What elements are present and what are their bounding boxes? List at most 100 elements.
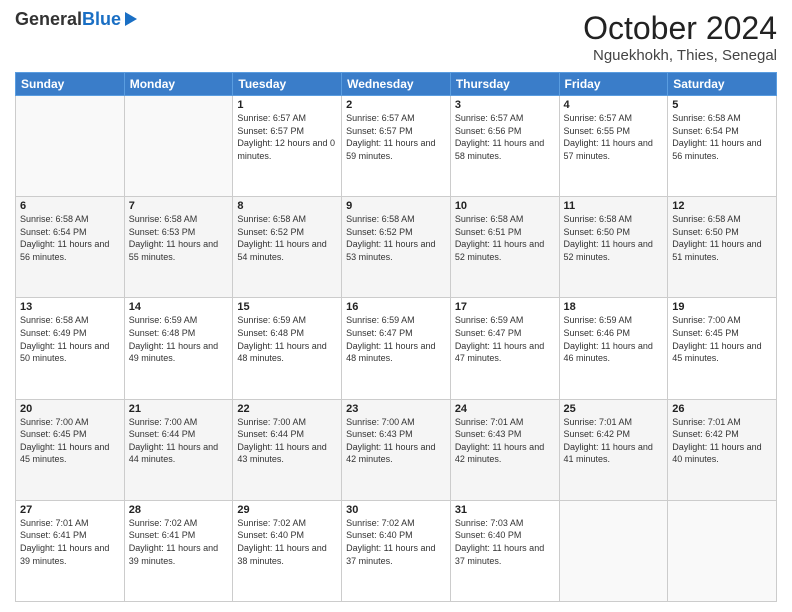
table-row: 18Sunrise: 6:59 AMSunset: 6:46 PMDayligh… [559, 298, 668, 399]
col-friday: Friday [559, 73, 668, 96]
logo: GeneralBlue [15, 10, 137, 28]
day-number: 5 [672, 99, 772, 111]
day-number: 19 [672, 301, 772, 313]
table-row: 21Sunrise: 7:00 AMSunset: 6:44 PMDayligh… [124, 399, 233, 500]
table-row [16, 96, 125, 197]
day-info: Sunrise: 7:01 AMSunset: 6:42 PMDaylight:… [672, 416, 772, 466]
table-row: 30Sunrise: 7:02 AMSunset: 6:40 PMDayligh… [342, 500, 451, 601]
table-row: 5Sunrise: 6:58 AMSunset: 6:54 PMDaylight… [668, 96, 777, 197]
table-row: 12Sunrise: 6:58 AMSunset: 6:50 PMDayligh… [668, 197, 777, 298]
day-number: 13 [20, 301, 120, 313]
day-info: Sunrise: 7:01 AMSunset: 6:43 PMDaylight:… [455, 416, 555, 466]
day-info: Sunrise: 6:59 AMSunset: 6:48 PMDaylight:… [129, 314, 229, 364]
day-number: 8 [237, 200, 337, 212]
calendar-week-row: 1Sunrise: 6:57 AMSunset: 6:57 PMDaylight… [16, 96, 777, 197]
calendar-week-row: 6Sunrise: 6:58 AMSunset: 6:54 PMDaylight… [16, 197, 777, 298]
calendar-week-row: 13Sunrise: 6:58 AMSunset: 6:49 PMDayligh… [16, 298, 777, 399]
table-row: 8Sunrise: 6:58 AMSunset: 6:52 PMDaylight… [233, 197, 342, 298]
day-info: Sunrise: 7:00 AMSunset: 6:44 PMDaylight:… [129, 416, 229, 466]
table-row: 15Sunrise: 6:59 AMSunset: 6:48 PMDayligh… [233, 298, 342, 399]
table-row: 7Sunrise: 6:58 AMSunset: 6:53 PMDaylight… [124, 197, 233, 298]
day-info: Sunrise: 7:02 AMSunset: 6:41 PMDaylight:… [129, 517, 229, 567]
day-number: 6 [20, 200, 120, 212]
day-number: 21 [129, 403, 229, 415]
day-number: 16 [346, 301, 446, 313]
table-row: 16Sunrise: 6:59 AMSunset: 6:47 PMDayligh… [342, 298, 451, 399]
day-info: Sunrise: 7:03 AMSunset: 6:40 PMDaylight:… [455, 517, 555, 567]
table-row: 20Sunrise: 7:00 AMSunset: 6:45 PMDayligh… [16, 399, 125, 500]
table-row: 14Sunrise: 6:59 AMSunset: 6:48 PMDayligh… [124, 298, 233, 399]
day-number: 9 [346, 200, 446, 212]
day-info: Sunrise: 7:01 AMSunset: 6:42 PMDaylight:… [564, 416, 664, 466]
day-info: Sunrise: 7:02 AMSunset: 6:40 PMDaylight:… [346, 517, 446, 567]
table-row: 19Sunrise: 7:00 AMSunset: 6:45 PMDayligh… [668, 298, 777, 399]
col-thursday: Thursday [450, 73, 559, 96]
table-row: 26Sunrise: 7:01 AMSunset: 6:42 PMDayligh… [668, 399, 777, 500]
day-info: Sunrise: 6:58 AMSunset: 6:52 PMDaylight:… [237, 213, 337, 263]
logo-text: GeneralBlue [15, 10, 121, 28]
day-info: Sunrise: 7:00 AMSunset: 6:43 PMDaylight:… [346, 416, 446, 466]
day-number: 20 [20, 403, 120, 415]
day-number: 15 [237, 301, 337, 313]
day-number: 12 [672, 200, 772, 212]
day-info: Sunrise: 6:58 AMSunset: 6:50 PMDaylight:… [564, 213, 664, 263]
table-row [559, 500, 668, 601]
day-number: 3 [455, 99, 555, 111]
day-info: Sunrise: 6:58 AMSunset: 6:54 PMDaylight:… [672, 112, 772, 162]
col-sunday: Sunday [16, 73, 125, 96]
day-number: 31 [455, 504, 555, 516]
day-number: 25 [564, 403, 664, 415]
day-info: Sunrise: 6:59 AMSunset: 6:47 PMDaylight:… [455, 314, 555, 364]
day-info: Sunrise: 7:00 AMSunset: 6:45 PMDaylight:… [20, 416, 120, 466]
day-number: 23 [346, 403, 446, 415]
col-tuesday: Tuesday [233, 73, 342, 96]
day-info: Sunrise: 6:58 AMSunset: 6:53 PMDaylight:… [129, 213, 229, 263]
day-info: Sunrise: 6:59 AMSunset: 6:47 PMDaylight:… [346, 314, 446, 364]
table-row: 9Sunrise: 6:58 AMSunset: 6:52 PMDaylight… [342, 197, 451, 298]
table-row: 3Sunrise: 6:57 AMSunset: 6:56 PMDaylight… [450, 96, 559, 197]
header: GeneralBlue October 2024 Nguekhokh, Thie… [15, 10, 777, 64]
table-row: 13Sunrise: 6:58 AMSunset: 6:49 PMDayligh… [16, 298, 125, 399]
day-number: 4 [564, 99, 664, 111]
table-row: 17Sunrise: 6:59 AMSunset: 6:47 PMDayligh… [450, 298, 559, 399]
day-number: 24 [455, 403, 555, 415]
table-row: 11Sunrise: 6:58 AMSunset: 6:50 PMDayligh… [559, 197, 668, 298]
table-row: 24Sunrise: 7:01 AMSunset: 6:43 PMDayligh… [450, 399, 559, 500]
day-number: 30 [346, 504, 446, 516]
day-number: 1 [237, 99, 337, 111]
day-info: Sunrise: 6:59 AMSunset: 6:48 PMDaylight:… [237, 314, 337, 364]
calendar-header-row: Sunday Monday Tuesday Wednesday Thursday… [16, 73, 777, 96]
day-info: Sunrise: 6:57 AMSunset: 6:57 PMDaylight:… [237, 112, 337, 162]
logo-arrow-icon [125, 12, 137, 26]
day-info: Sunrise: 7:01 AMSunset: 6:41 PMDaylight:… [20, 517, 120, 567]
day-number: 29 [237, 504, 337, 516]
table-row: 28Sunrise: 7:02 AMSunset: 6:41 PMDayligh… [124, 500, 233, 601]
day-number: 11 [564, 200, 664, 212]
table-row: 23Sunrise: 7:00 AMSunset: 6:43 PMDayligh… [342, 399, 451, 500]
day-info: Sunrise: 6:58 AMSunset: 6:50 PMDaylight:… [672, 213, 772, 263]
day-number: 7 [129, 200, 229, 212]
day-info: Sunrise: 6:57 AMSunset: 6:55 PMDaylight:… [564, 112, 664, 162]
page: GeneralBlue October 2024 Nguekhokh, Thie… [0, 0, 792, 612]
day-number: 27 [20, 504, 120, 516]
day-number: 17 [455, 301, 555, 313]
table-row: 27Sunrise: 7:01 AMSunset: 6:41 PMDayligh… [16, 500, 125, 601]
day-info: Sunrise: 6:58 AMSunset: 6:54 PMDaylight:… [20, 213, 120, 263]
subtitle: Nguekhokh, Thies, Senegal [583, 47, 777, 64]
day-info: Sunrise: 6:57 AMSunset: 6:57 PMDaylight:… [346, 112, 446, 162]
day-info: Sunrise: 7:00 AMSunset: 6:44 PMDaylight:… [237, 416, 337, 466]
main-title: October 2024 [583, 10, 777, 47]
table-row [124, 96, 233, 197]
calendar: Sunday Monday Tuesday Wednesday Thursday… [15, 72, 777, 602]
table-row: 31Sunrise: 7:03 AMSunset: 6:40 PMDayligh… [450, 500, 559, 601]
day-info: Sunrise: 7:02 AMSunset: 6:40 PMDaylight:… [237, 517, 337, 567]
day-info: Sunrise: 6:57 AMSunset: 6:56 PMDaylight:… [455, 112, 555, 162]
day-number: 10 [455, 200, 555, 212]
col-wednesday: Wednesday [342, 73, 451, 96]
day-info: Sunrise: 6:59 AMSunset: 6:46 PMDaylight:… [564, 314, 664, 364]
table-row: 22Sunrise: 7:00 AMSunset: 6:44 PMDayligh… [233, 399, 342, 500]
day-number: 2 [346, 99, 446, 111]
table-row: 10Sunrise: 6:58 AMSunset: 6:51 PMDayligh… [450, 197, 559, 298]
day-info: Sunrise: 6:58 AMSunset: 6:49 PMDaylight:… [20, 314, 120, 364]
table-row: 29Sunrise: 7:02 AMSunset: 6:40 PMDayligh… [233, 500, 342, 601]
